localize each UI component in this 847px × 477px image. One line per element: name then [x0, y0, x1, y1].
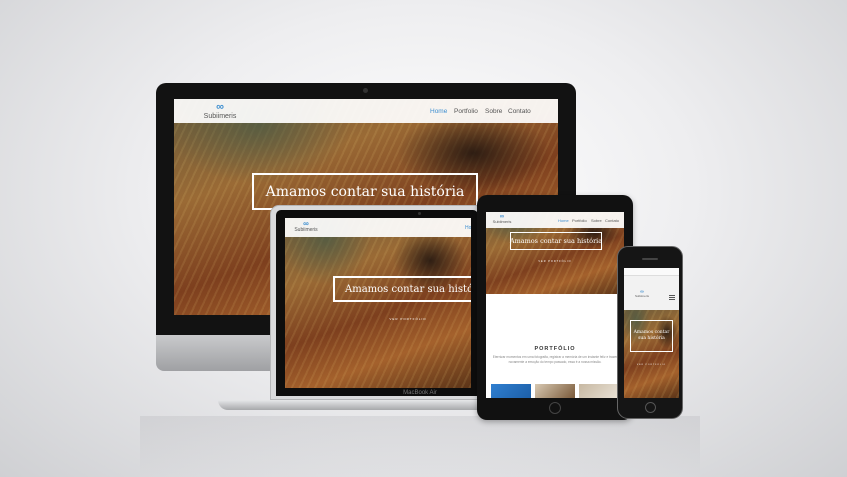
logo-text: Subiimeris	[294, 227, 318, 233]
site-logo[interactable]: ∞ Subiimeris	[200, 101, 240, 121]
ipad-home-button	[549, 402, 561, 414]
site-logo[interactable]: ∞ Subiimeris	[490, 214, 514, 224]
portfolio-thumb[interactable]	[579, 384, 619, 398]
section-title: PORTFÓLIO	[534, 346, 576, 352]
hero-title: Amamos contar sua história	[510, 232, 602, 250]
macbook-camera	[418, 212, 421, 215]
nav-contato[interactable]: Contato	[605, 218, 619, 223]
site-logo[interactable]: ∞ Subiimeris	[291, 220, 321, 233]
browser-address-bar	[624, 268, 679, 276]
hero-cta[interactable]: VER PORTFÓLIO	[530, 260, 580, 263]
portfolio-thumb[interactable]	[491, 384, 531, 398]
nav-portfolio[interactable]: Portfolio	[572, 218, 587, 223]
floor-reflection	[140, 416, 700, 477]
logo-text: Subiimeris	[203, 113, 237, 120]
site-navbar: ∞ Subiimeris Home	[285, 218, 471, 237]
iphone-home-button	[645, 402, 656, 413]
hero-cta[interactable]: VER PORTFÓLIO	[373, 317, 443, 321]
nav-sobre[interactable]: Sobre	[485, 108, 502, 115]
macbook-screen: ∞ Subiimeris Home Amamos contar sua hist…	[285, 218, 471, 388]
hero-title: Amamos contar sua história	[333, 276, 471, 302]
logo-text: Subiimeris	[492, 219, 512, 224]
portfolio-thumb[interactable]	[535, 384, 575, 398]
site-navbar: ∞ Subiimeris Home Portfolio Sobre Contat…	[174, 99, 558, 123]
imac-camera	[363, 88, 368, 93]
nav-home[interactable]: Home	[558, 218, 569, 223]
hero-cta[interactable]: VER PORTFÓLIO	[634, 364, 669, 366]
hamburger-menu-icon[interactable]	[669, 295, 675, 300]
nav-sobre[interactable]: Sobre	[591, 218, 602, 223]
macbook-label: MacBook Air	[403, 390, 437, 396]
iphone-speaker	[642, 258, 658, 260]
nav-portfolio[interactable]: Portfolio	[454, 108, 478, 115]
site-logo[interactable]: ∞ Subiimeris	[632, 290, 652, 298]
section-text: Eternizar momentos em uma fotografia, re…	[492, 355, 618, 364]
hero-title: Amamos contar sua história	[630, 320, 673, 352]
infinity-icon: ∞	[216, 101, 224, 113]
iphone-screen: ∞ Subiimeris Amamos contar sua história …	[624, 268, 679, 398]
logo-text: Subiimeris	[634, 294, 649, 298]
nav-home[interactable]: Home	[465, 225, 471, 231]
hero-photo	[285, 218, 471, 388]
ipad-screen: ∞ Subiimeris Home Portfolio Sobre Contat…	[486, 212, 624, 398]
site-navbar: ∞ Subiimeris Home Portfolio Sobre Contat…	[486, 212, 624, 228]
nav-home[interactable]: Home	[430, 108, 447, 115]
nav-contato[interactable]: Contato	[508, 108, 531, 115]
